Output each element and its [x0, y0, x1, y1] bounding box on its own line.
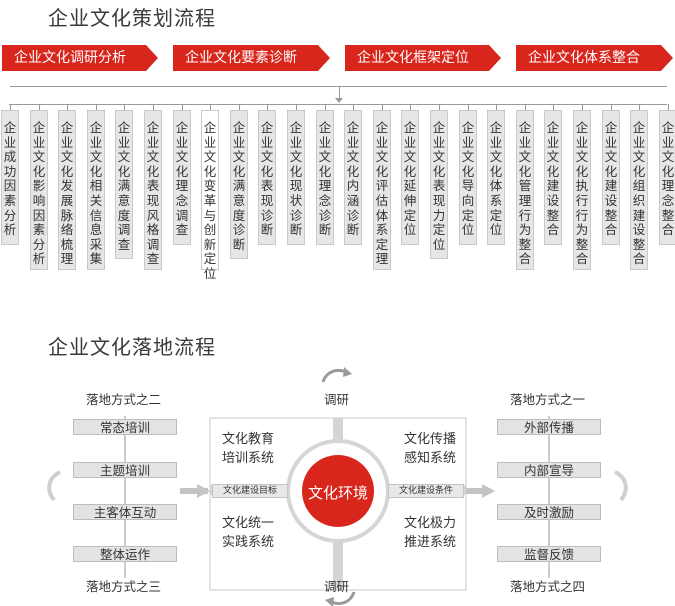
quadrant-top-right-line1: 文化传播 — [404, 432, 457, 447]
phase-element-diagnosis: 企业文化要素诊断 — [173, 45, 330, 71]
right-step-2: 内部宣导 — [497, 462, 601, 478]
quadrant-bottom-left-line2: 实践系统 — [222, 535, 275, 550]
right-top-caption: 落地方式之一 — [510, 392, 586, 407]
planning-column-11: 企业文化现状诊断 — [287, 110, 305, 245]
planning-column-9: 企业文化满意度诊断 — [230, 110, 248, 260]
left-step-1: 常态培训 — [73, 419, 177, 435]
left-connector-arrowhead-icon — [197, 484, 210, 498]
left-bottom-caption: 落地方式之三 — [86, 579, 162, 594]
planning-column-3: 企业文化发展脉络梳理 — [58, 110, 76, 270]
right-step-1: 外部传播 — [497, 419, 601, 435]
bottom-research-label: 调研 — [324, 579, 350, 594]
quadrant-top-right-line2: 感知系统 — [404, 451, 457, 466]
landing-title: 企业文化落地流程 — [48, 335, 216, 359]
phase-framework-positioning: 企业文化框架定位 — [345, 45, 501, 71]
phase-system-integration: 企业文化体系整合 — [516, 45, 673, 71]
right-step-3: 及时激励 — [497, 504, 601, 520]
planning-column-12: 企业文化理念诊断 — [316, 110, 334, 245]
quadrant-top-left-line2: 培训系统 — [222, 451, 275, 466]
left-cycle-arrow — [47, 470, 62, 502]
planning-column-7: 企业文化理念调查 — [173, 110, 191, 245]
right-bottom-caption: 落地方式之四 — [510, 579, 586, 594]
quadrant-top-right: 文化传播 感知系统 — [404, 430, 456, 468]
planning-column-18: 企业文化体系定位 — [487, 110, 505, 245]
planning-column-6: 企业文化表现风格调查 — [144, 110, 162, 270]
top-cycle-left-arrow — [321, 368, 347, 383]
top-cycle-arrowhead-icon — [343, 367, 352, 377]
culture-condition-bar: 文化建设条件 — [388, 484, 464, 498]
planning-column-22: 企业文化建设整合 — [602, 110, 620, 245]
bottom-cycle-arrowhead-icon — [325, 597, 334, 606]
planning-column-1: 企业成功因素分析 — [1, 110, 19, 245]
planning-column-5: 企业文化满意度调查 — [115, 110, 133, 260]
quadrant-bottom-left: 文化统一 实践系统 — [222, 514, 274, 552]
planning-column-15: 企业文化延伸定位 — [401, 110, 419, 245]
top-research-label: 调研 — [324, 392, 350, 407]
left-top-caption: 落地方式之二 — [86, 392, 162, 407]
quadrant-bottom-left-line1: 文化统一 — [222, 516, 275, 531]
center-label: 文化环境 — [307, 484, 368, 502]
planning-title: 企业文化策划流程 — [48, 6, 216, 30]
right-connector-arrowhead-icon — [482, 484, 495, 498]
phase-research-analysis: 企业文化调研分析 — [2, 45, 158, 71]
planning-column-17: 企业文化导向定位 — [459, 110, 477, 245]
planning-column-21: 企业文化执行行为整合 — [573, 110, 591, 270]
left-step-2: 主题培训 — [73, 462, 177, 478]
planning-column-24: 企业文化理念整合 — [659, 110, 675, 245]
planning-column-20: 企业文化建设整合 — [544, 110, 562, 245]
left-step-4: 整体运作 — [73, 546, 177, 562]
planning-column-2: 企业文化影响因素分析 — [30, 110, 48, 270]
quadrant-bottom-right-line2: 推进系统 — [404, 535, 457, 550]
column-connector-bar — [9, 104, 667, 105]
planning-column-16: 企业文化表现力定位 — [430, 110, 448, 260]
planning-column-19: 企业文化管理行为整合 — [516, 110, 534, 270]
right-step-4: 监督反馈 — [497, 546, 601, 562]
planning-column-8: 企业文化变革与创新定位 — [201, 110, 219, 281]
quadrant-bottom-right-line1: 文化极力 — [404, 516, 457, 531]
quadrant-bottom-right: 文化极力 推进系统 — [404, 514, 456, 552]
culture-goal-bar: 文化建设目标 — [212, 484, 288, 498]
planning-column-10: 企业文化表现诊断 — [258, 110, 276, 245]
right-cycle-arrow — [613, 470, 628, 502]
planning-column-13: 企业文化内涵诊断 — [344, 110, 362, 245]
planning-column-14: 企业文化评估体系定理 — [373, 110, 391, 270]
left-step-3: 主客体互动 — [73, 504, 177, 520]
planning-column-4: 企业文化相关信息采集 — [87, 110, 105, 270]
quadrant-top-left: 文化教育 培训系统 — [222, 430, 274, 468]
planning-column-23: 企业文化组织建设整合 — [630, 110, 648, 270]
quadrant-top-left-line1: 文化教育 — [222, 432, 275, 447]
connector-arrow-icon — [335, 98, 343, 103]
